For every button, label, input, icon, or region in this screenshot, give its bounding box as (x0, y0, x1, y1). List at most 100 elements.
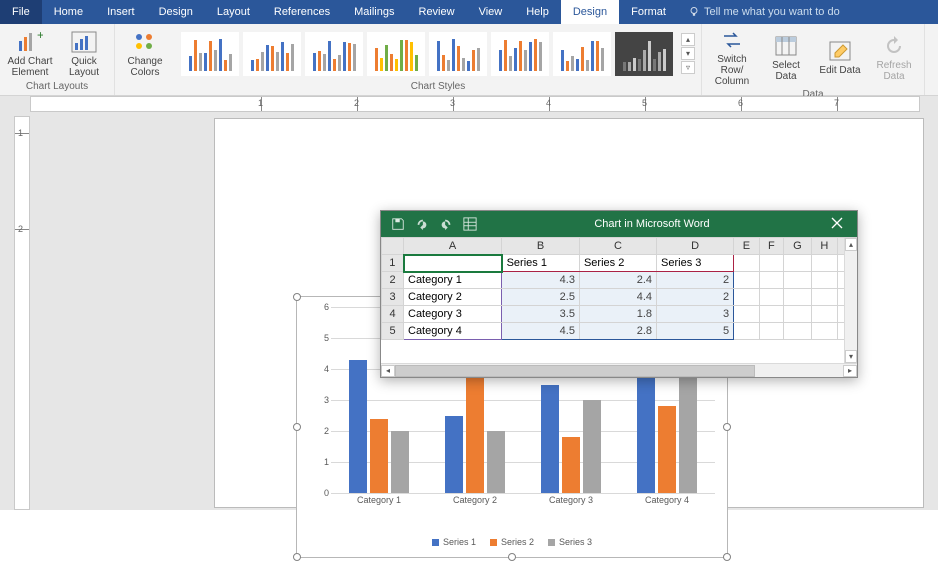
chart-bar[interactable] (487, 431, 505, 493)
chart-bar[interactable] (349, 360, 367, 493)
col-head[interactable]: E (734, 238, 760, 255)
menu-tab-help[interactable]: Help (514, 0, 561, 24)
cell[interactable]: 2 (657, 289, 734, 306)
cell[interactable] (784, 272, 811, 289)
cell[interactable]: 2 (657, 272, 734, 289)
gallery-more-button[interactable]: ▿ (681, 61, 695, 74)
cell[interactable]: 4.4 (579, 289, 656, 306)
chart-style-thumb[interactable] (181, 32, 239, 76)
save-icon[interactable] (391, 217, 405, 231)
cell[interactable] (734, 289, 760, 306)
cell[interactable]: 3.5 (502, 306, 580, 323)
chart-style-thumb[interactable] (491, 32, 549, 76)
row-head[interactable]: 4 (382, 306, 404, 323)
cell[interactable] (759, 323, 784, 340)
cell[interactable]: 1.8 (579, 306, 656, 323)
menu-tab-mailings[interactable]: Mailings (342, 0, 406, 24)
select-data-button[interactable]: Select Data (762, 34, 810, 82)
cell[interactable]: 3 (657, 306, 734, 323)
row-head[interactable]: 1 (382, 255, 404, 272)
chart-style-thumb[interactable] (553, 32, 611, 76)
cell[interactable]: Series 3 (657, 255, 734, 272)
cell[interactable]: Category 2 (404, 289, 502, 306)
resize-handle[interactable] (293, 423, 301, 431)
menu-tab-insert[interactable]: Insert (95, 0, 147, 24)
col-head[interactable]: B (502, 238, 580, 255)
cell[interactable] (734, 323, 760, 340)
menu-tab-layout[interactable]: Layout (205, 0, 262, 24)
data-sheet[interactable]: ABCDEFGHI1Series 1Series 2Series 32Categ… (381, 237, 857, 363)
cell[interactable]: Category 4 (404, 323, 502, 340)
cell[interactable]: Series 1 (502, 255, 580, 272)
cell[interactable]: 2.8 (579, 323, 656, 340)
undo-icon[interactable] (415, 217, 429, 231)
gallery-up-button[interactable]: ▴ (681, 33, 695, 46)
data-window-titlebar[interactable]: Chart in Microsoft Word (381, 211, 857, 237)
edit-data-button[interactable]: Edit Data (816, 39, 864, 76)
menu-tab-format[interactable]: Format (619, 0, 678, 24)
cell[interactable] (811, 289, 837, 306)
change-colors-button[interactable]: Change Colors (121, 30, 169, 78)
horizontal-ruler[interactable]: 1234567 (30, 96, 920, 112)
scroll-down-button[interactable]: ▾ (845, 350, 857, 363)
resize-handle[interactable] (723, 553, 731, 561)
cell[interactable] (734, 255, 760, 272)
cell[interactable]: 4.3 (502, 272, 580, 289)
cell[interactable] (811, 306, 837, 323)
menu-tab-review[interactable]: Review (407, 0, 467, 24)
switch-row-column-button[interactable]: Switch Row/ Column (708, 28, 756, 87)
cell[interactable]: 2.4 (579, 272, 656, 289)
chart-bar[interactable] (583, 400, 601, 493)
cell[interactable] (811, 272, 837, 289)
scroll-right-button[interactable]: ▸ (843, 365, 857, 377)
cell[interactable]: 2.5 (502, 289, 580, 306)
scroll-up-button[interactable]: ▴ (845, 238, 857, 251)
menu-tab-file[interactable]: File (0, 0, 42, 24)
cell[interactable] (784, 323, 811, 340)
tell-me-search[interactable]: Tell me what you want to do (688, 0, 840, 24)
chart-style-thumb[interactable] (243, 32, 301, 76)
col-head[interactable]: A (404, 238, 502, 255)
resize-handle[interactable] (723, 423, 731, 431)
cell[interactable]: Category 1 (404, 272, 502, 289)
cell[interactable] (734, 306, 760, 323)
add-chart-element-button[interactable]: + Add Chart Element (6, 30, 54, 78)
cell[interactable] (811, 323, 837, 340)
chart-style-thumb[interactable] (429, 32, 487, 76)
chart-bar[interactable] (370, 419, 388, 493)
scroll-left-button[interactable]: ◂ (381, 365, 395, 377)
row-head[interactable]: 2 (382, 272, 404, 289)
vertical-ruler[interactable]: 12 (14, 116, 30, 510)
data-vscroll[interactable]: ▴ ▾ (844, 238, 857, 363)
menu-tab-chart-design[interactable]: Design (561, 0, 619, 24)
chart-style-thumb[interactable] (367, 32, 425, 76)
data-window-close-button[interactable] (817, 216, 857, 232)
resize-handle[interactable] (293, 293, 301, 301)
cell[interactable] (784, 289, 811, 306)
grid-icon[interactable] (463, 217, 477, 231)
chart-bar[interactable] (562, 437, 580, 493)
col-head[interactable]: G (784, 238, 811, 255)
chart-bar[interactable] (391, 431, 409, 493)
refresh-data-button[interactable]: Refresh Data (870, 34, 918, 82)
hscroll-thumb[interactable] (395, 365, 755, 377)
cell[interactable] (404, 255, 502, 272)
menu-tab-design[interactable]: Design (147, 0, 205, 24)
chart-data-window[interactable]: Chart in Microsoft Word ABCDEFGHI1Series… (380, 210, 858, 378)
menu-tab-view[interactable]: View (467, 0, 515, 24)
cell[interactable] (759, 289, 784, 306)
chart-bar[interactable] (445, 416, 463, 494)
row-head[interactable]: 3 (382, 289, 404, 306)
cell[interactable] (759, 255, 784, 272)
redo-icon[interactable] (439, 217, 453, 231)
row-head[interactable]: 5 (382, 323, 404, 340)
cell[interactable]: Series 2 (579, 255, 656, 272)
cell[interactable] (734, 272, 760, 289)
cell[interactable] (759, 306, 784, 323)
menu-tab-home[interactable]: Home (42, 0, 95, 24)
sheet-corner[interactable] (382, 238, 404, 255)
cell[interactable] (784, 255, 811, 272)
col-head[interactable]: C (579, 238, 656, 255)
col-head[interactable]: D (657, 238, 734, 255)
change-chart-type-button[interactable]: Change Chart Type (931, 28, 938, 87)
